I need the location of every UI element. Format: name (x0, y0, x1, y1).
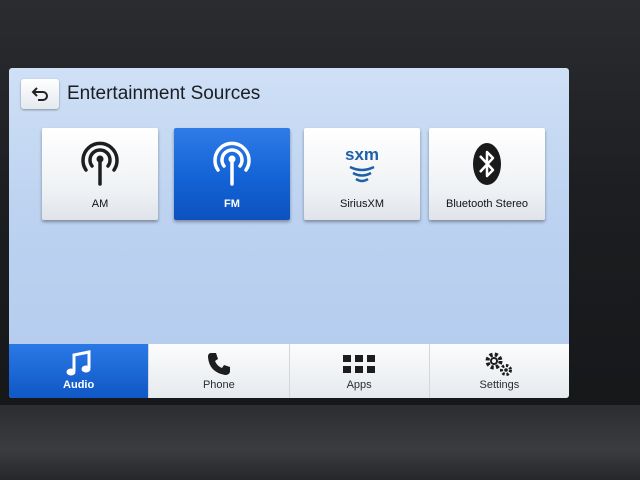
dashboard-trim (0, 405, 640, 480)
infotainment-screen: Entertainment Sources AM FM sxm SiriusXM… (9, 68, 569, 398)
page-title: Entertainment Sources (67, 83, 261, 104)
source-label: Bluetooth Stereo (446, 198, 528, 210)
source-label: AM (91, 198, 109, 210)
source-siriusxm-button[interactable]: sxm SiriusXM (304, 128, 420, 220)
phone-icon (207, 353, 230, 375)
radio-broadcast-icon (81, 141, 119, 186)
nav-label: Audio (63, 379, 95, 391)
music-note-icon (66, 350, 91, 376)
source-bluetooth-button[interactable]: Bluetooth Stereo (429, 128, 545, 220)
nav-audio[interactable]: Audio (9, 344, 150, 398)
bottom-nav: Audio Phone Apps Settings (9, 344, 569, 398)
nav-label: Apps (346, 379, 372, 391)
siriusxm-logo-text: sxm (345, 145, 379, 164)
source-label: SiriusXM (339, 198, 384, 210)
nav-phone[interactable]: Phone (149, 344, 290, 398)
siriusxm-logo: sxm (345, 145, 379, 183)
radio-broadcast-icon (213, 141, 251, 186)
nav-label: Phone (202, 379, 235, 391)
back-button[interactable] (21, 79, 59, 109)
nav-label: Settings (479, 379, 520, 391)
bluetooth-icon (473, 143, 501, 185)
nav-settings[interactable]: Settings (430, 344, 569, 398)
back-arrow-icon (31, 87, 48, 101)
nav-apps[interactable]: Apps (290, 344, 430, 398)
gears-icon (485, 352, 513, 376)
source-label: FM (224, 198, 240, 210)
source-fm-button[interactable]: FM (174, 128, 290, 220)
apps-grid-icon (343, 355, 376, 373)
source-am-button[interactable]: AM (42, 128, 158, 220)
